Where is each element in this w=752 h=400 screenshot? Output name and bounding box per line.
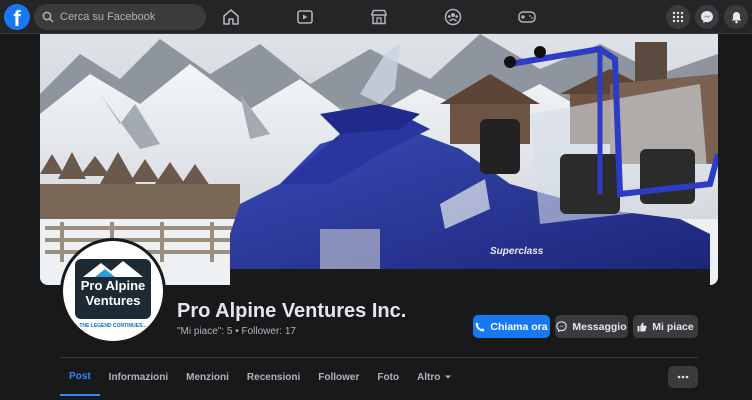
messenger-icon[interactable] bbox=[695, 5, 719, 29]
logo-badge: Pro Alpine Ventures bbox=[75, 259, 151, 319]
tab-altro-label: Altro bbox=[417, 371, 441, 383]
page-tabs: Post Informazioni Menzioni Recensioni Fo… bbox=[60, 358, 461, 398]
tab-follower[interactable]: Follower bbox=[309, 358, 368, 396]
logo-line-1: Pro Alpine bbox=[80, 278, 146, 293]
message-label: Messaggio bbox=[572, 320, 627, 333]
like-page-button[interactable]: Mi piace bbox=[633, 315, 698, 338]
caret-down-icon bbox=[445, 375, 452, 379]
thumbs-up-icon bbox=[637, 322, 647, 331]
search-icon bbox=[42, 11, 54, 23]
top-navigation-bar: f bbox=[0, 0, 752, 34]
menu-grid-icon[interactable] bbox=[666, 5, 690, 29]
pro-alpine-ventures-logo: Pro Alpine Ventures THE LEGEND CONTINUES… bbox=[63, 241, 163, 341]
messenger-icon bbox=[556, 321, 568, 332]
search-input[interactable] bbox=[60, 11, 200, 23]
profile-picture[interactable]: Pro Alpine Ventures THE LEGEND CONTINUES… bbox=[60, 238, 166, 344]
message-button[interactable]: Messaggio bbox=[555, 315, 628, 338]
tab-recensioni[interactable]: Recensioni bbox=[238, 358, 309, 396]
tab-post[interactable]: Post bbox=[60, 358, 100, 396]
page-title: Pro Alpine Ventures Inc. bbox=[177, 300, 407, 322]
tab-menzioni[interactable]: Menzioni bbox=[177, 358, 238, 396]
video-icon[interactable] bbox=[294, 6, 316, 28]
ellipsis-icon bbox=[677, 375, 689, 379]
phone-icon bbox=[475, 322, 485, 331]
call-now-button[interactable]: Chiama ora bbox=[473, 315, 550, 338]
logo-line-2: Ventures bbox=[85, 293, 141, 308]
page-stats[interactable]: "Mi piace": 5 • Follower: 17 bbox=[177, 326, 296, 337]
call-now-label: Chiama ora bbox=[490, 320, 548, 333]
logo-tagline: THE LEGEND CONTINUES... bbox=[79, 323, 147, 329]
groups-icon[interactable] bbox=[442, 6, 464, 28]
like-label: Mi piace bbox=[652, 320, 694, 333]
marketplace-icon[interactable] bbox=[368, 6, 390, 28]
svg-text:Superclass: Superclass bbox=[490, 246, 544, 257]
facebook-logo[interactable]: f bbox=[4, 4, 30, 30]
tab-informazioni[interactable]: Informazioni bbox=[100, 358, 177, 396]
mountain-icon bbox=[83, 261, 143, 277]
more-options-button[interactable] bbox=[668, 366, 698, 388]
tab-altro[interactable]: Altro bbox=[408, 358, 461, 396]
tab-foto[interactable]: Foto bbox=[368, 358, 408, 396]
notifications-bell-icon[interactable] bbox=[724, 5, 748, 29]
home-icon[interactable] bbox=[220, 6, 242, 28]
search-box[interactable] bbox=[34, 4, 206, 30]
gaming-icon[interactable] bbox=[516, 6, 538, 28]
